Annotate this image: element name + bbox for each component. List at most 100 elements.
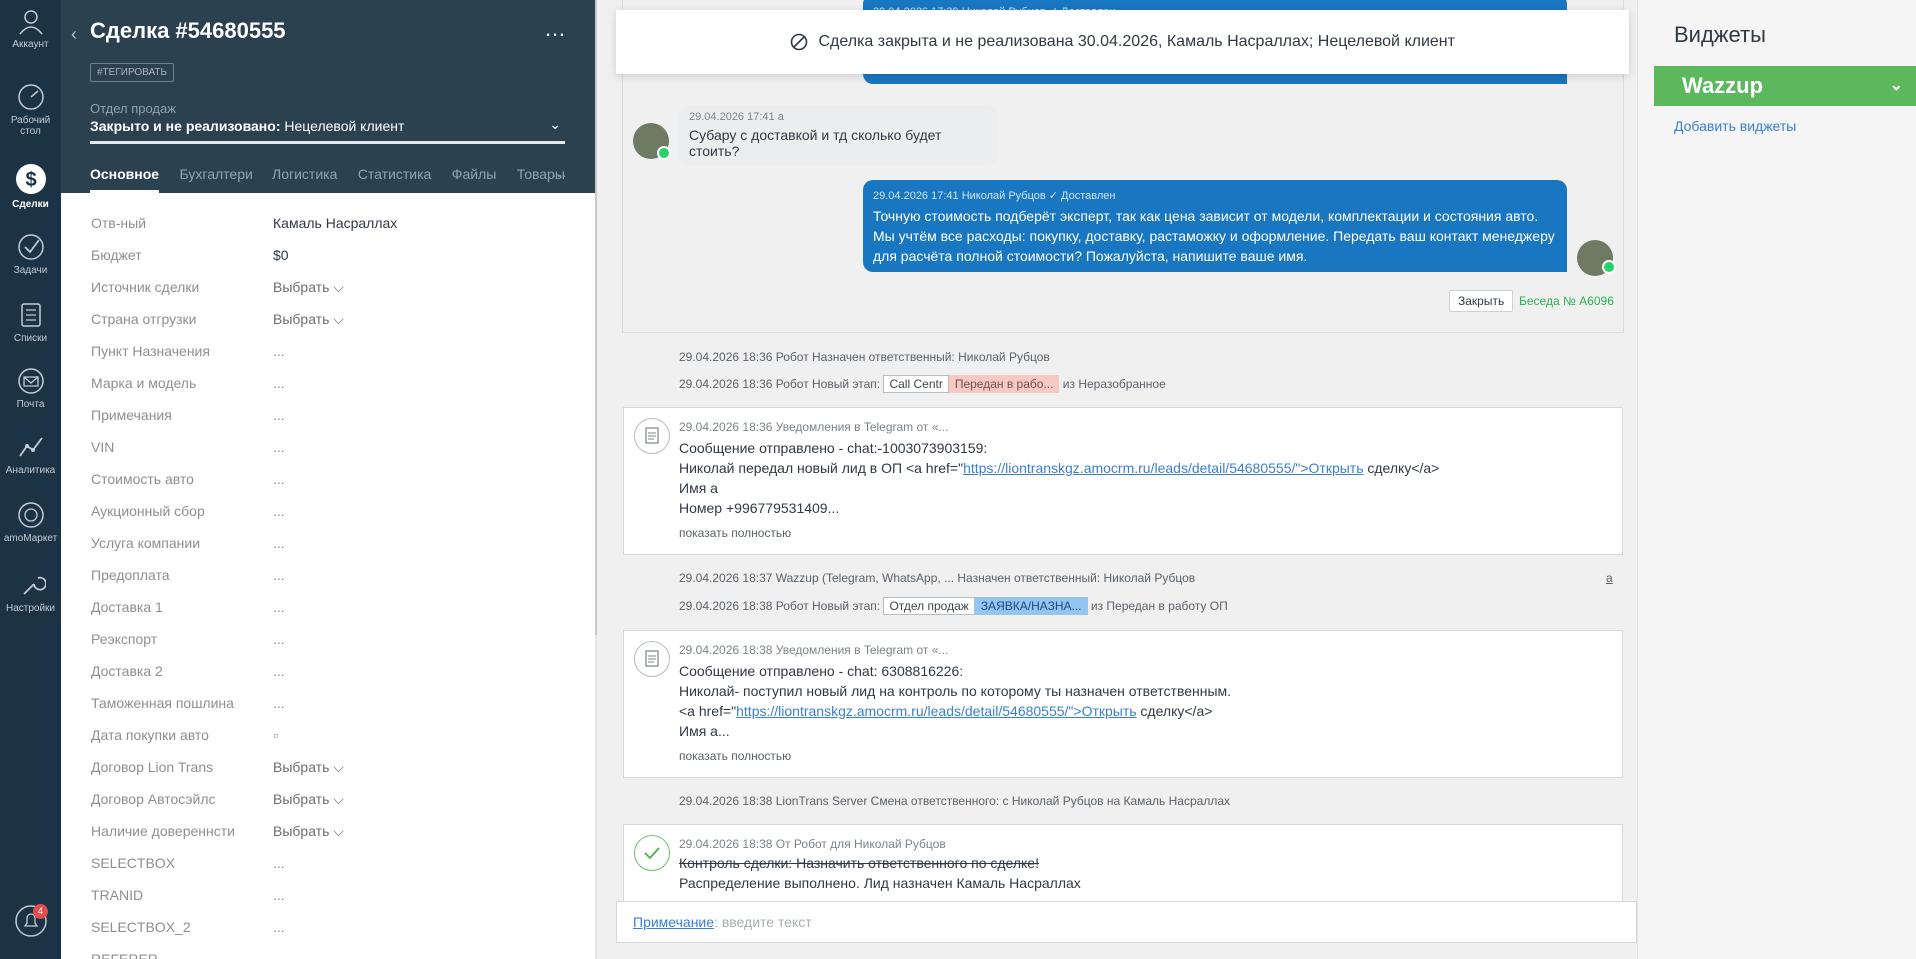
field-value[interactable]: ... bbox=[273, 471, 285, 487]
note-input[interactable]: Примечание: введите текст bbox=[616, 901, 1637, 943]
more-menu-icon[interactable]: … bbox=[544, 16, 567, 42]
field-row[interactable]: Марка и модель... bbox=[61, 375, 595, 401]
nav-market[interactable]: amoМаркет bbox=[0, 500, 61, 544]
field-row[interactable]: SELECTBOX... bbox=[61, 855, 595, 881]
field-value[interactable]: ... bbox=[273, 631, 285, 647]
field-row[interactable]: Дата покупки авто ▫ bbox=[61, 727, 595, 753]
field-value[interactable]: ... bbox=[273, 503, 285, 519]
nav-account[interactable]: Аккаунт bbox=[0, 6, 61, 50]
field-value[interactable]: ... bbox=[273, 919, 285, 935]
field-label: Страна отгрузки bbox=[91, 311, 197, 327]
nav-lists[interactable]: Списки bbox=[0, 300, 61, 344]
field-value[interactable]: ... bbox=[273, 567, 285, 583]
field-row[interactable]: TRANID... bbox=[61, 887, 595, 913]
tab-files[interactable]: Файлы bbox=[452, 164, 496, 193]
tabs-more-icon[interactable]: … bbox=[551, 164, 567, 182]
nav-settings[interactable]: Настройки bbox=[0, 570, 61, 614]
field-row[interactable]: Реэкспорт... bbox=[61, 631, 595, 657]
show-more-link[interactable]: показать полностью bbox=[679, 749, 791, 763]
nav-tasks[interactable]: Задачи bbox=[0, 232, 61, 276]
field-label: Реэкспорт bbox=[91, 631, 158, 647]
field-row[interactable]: SELECTBOX_2... bbox=[61, 919, 595, 945]
field-value[interactable]: ... bbox=[273, 407, 285, 423]
tab-statistics[interactable]: Статистика bbox=[358, 164, 432, 193]
back-chevron-icon[interactable]: ‹ bbox=[71, 24, 77, 45]
tab-logistics[interactable]: Логистика bbox=[272, 164, 337, 193]
note-text: <a href=" bbox=[679, 703, 737, 719]
field-value[interactable]: ... bbox=[273, 343, 285, 359]
status-select[interactable]: Закрыто и не реализовано: Нецелевой клие… bbox=[90, 118, 404, 134]
field-row[interactable]: Услуга компании... bbox=[61, 535, 595, 561]
nav-mail-label: Почта bbox=[16, 399, 45, 410]
document-icon bbox=[634, 641, 670, 677]
field-row[interactable]: Наличие довереннсти Выбрать ⌵ bbox=[61, 823, 595, 849]
field-value[interactable]: ... bbox=[273, 695, 285, 711]
calendar-icon[interactable]: ▫ bbox=[273, 727, 278, 743]
field-row[interactable]: Договор Lion Trans Выбрать ⌵ bbox=[61, 759, 595, 785]
field-row[interactable]: Примечания... bbox=[61, 407, 595, 433]
field-value[interactable]: Выбрать ⌵ bbox=[273, 759, 344, 776]
field-value[interactable]: ... bbox=[273, 663, 285, 679]
field-row[interactable]: Договор Автосэйлс Выбрать ⌵ bbox=[61, 791, 595, 817]
field-value[interactable]: Выбрать ⌵ bbox=[273, 311, 344, 328]
field-row[interactable]: Доставка 1... bbox=[61, 599, 595, 625]
status-chevron-down-icon[interactable]: ⌄ bbox=[549, 116, 561, 133]
lists-icon bbox=[20, 303, 41, 327]
field-row[interactable]: Доставка 2... bbox=[61, 663, 595, 689]
field-value[interactable]: ... bbox=[273, 439, 285, 455]
field-row[interactable]: Страна отгрузки Выбрать ⌵ bbox=[61, 311, 595, 337]
add-widgets-link[interactable]: Добавить виджеты bbox=[1674, 118, 1796, 134]
field-value[interactable]: Выбрать ⌵ bbox=[273, 279, 344, 296]
field-row[interactable]: Бюджет $0 bbox=[61, 247, 595, 273]
tab-main[interactable]: Основное bbox=[90, 164, 160, 193]
field-row[interactable]: Пункт Назначения... bbox=[61, 343, 595, 369]
note-text: сделку</a> bbox=[1363, 460, 1440, 476]
mail-icon bbox=[17, 368, 44, 394]
field-label: Услуга компании bbox=[91, 535, 201, 551]
tag-button[interactable]: #ТЕГИРОВАТЬ bbox=[90, 63, 175, 82]
task-meta: 29.04.2026 18:38 От Робот для Николай Ру… bbox=[679, 837, 946, 851]
field-value[interactable]: $0 bbox=[273, 247, 289, 263]
field-row[interactable]: Отв-ный Камаль Насраллах bbox=[61, 215, 595, 241]
nav-deals-label: Сделки bbox=[12, 199, 49, 210]
field-value[interactable]: ... bbox=[273, 855, 285, 871]
deal-title[interactable]: Сделка #54680555 bbox=[90, 18, 286, 44]
note-link[interactable]: https://liontranskgz.amocrm.ru/leads/det… bbox=[963, 460, 1363, 476]
nav-deals[interactable]: $ Сделки bbox=[0, 162, 61, 210]
note-meta: 29.04.2026 18:36 Уведомления в Telegram … bbox=[679, 420, 949, 434]
field-row[interactable]: Таможенная пошлина... bbox=[61, 695, 595, 721]
note-type-link[interactable]: Примечание bbox=[633, 914, 714, 930]
nav-analytics[interactable]: Аналитика bbox=[0, 432, 61, 476]
nav-mail[interactable]: Почта bbox=[0, 366, 61, 410]
field-value[interactable]: ... bbox=[273, 599, 285, 615]
chevron-down-icon[interactable]: ⌄ bbox=[1890, 66, 1903, 106]
pipeline-tag: Отдел продаж bbox=[883, 597, 975, 615]
system-event-stage: 29.04.2026 18:36 Робот Новый этап: Call … bbox=[679, 375, 1166, 393]
conversation-link[interactable]: Беседа № А6096 bbox=[1519, 294, 1614, 308]
tab-accounting[interactable]: Бухгалтерия bbox=[180, 164, 252, 193]
note-line: Имя а... bbox=[679, 723, 730, 739]
field-value[interactable]: Выбрать ⌵ bbox=[273, 823, 344, 840]
field-row[interactable]: Источник сделки Выбрать ⌵ bbox=[61, 279, 595, 305]
deal-card-header: ‹ Сделка #54680555 … #ТЕГИРОВАТЬ Отдел п… bbox=[61, 0, 595, 193]
wrench-icon bbox=[22, 576, 46, 595]
field-value[interactable]: ... bbox=[273, 887, 285, 903]
field-row[interactable]: Аукционный сбор... bbox=[61, 503, 595, 529]
field-value[interactable]: ... bbox=[273, 535, 285, 551]
field-value[interactable]: ... bbox=[273, 375, 285, 391]
field-value[interactable]: Выбрать ⌵ bbox=[273, 791, 344, 808]
field-row[interactable]: REFERER bbox=[61, 951, 595, 959]
wazzup-widget[interactable]: Wazzup ⌄ bbox=[1654, 66, 1916, 106]
field-row[interactable]: Предоплата... bbox=[61, 567, 595, 593]
note-link[interactable]: https://liontranskgz.amocrm.ru/leads/det… bbox=[736, 703, 1136, 719]
show-more-link[interactable]: показать полностью bbox=[679, 526, 791, 540]
field-value[interactable]: Камаль Насраллах bbox=[273, 215, 397, 231]
nav-dashboard[interactable]: Рабочий стол bbox=[0, 82, 61, 137]
event-author-link[interactable]: а bbox=[1606, 571, 1613, 585]
pipeline-tag: Call Centr bbox=[883, 375, 949, 393]
task-body: Контроль сделки: Назначить ответственног… bbox=[679, 853, 1081, 893]
nav-notifications[interactable]: 4 bbox=[0, 904, 61, 941]
close-conversation-button[interactable]: Закрыть bbox=[1449, 290, 1514, 312]
field-row[interactable]: VIN... bbox=[61, 439, 595, 465]
field-row[interactable]: Стоимость авто... bbox=[61, 471, 595, 497]
